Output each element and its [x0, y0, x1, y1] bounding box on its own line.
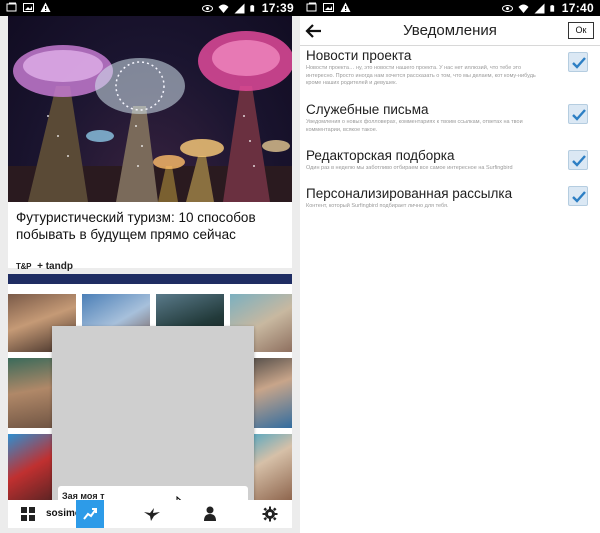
source-follow[interactable]: + tandp [37, 261, 73, 272]
setting-editors-pick[interactable]: Редакторская подборка Один раз в неделю … [306, 148, 594, 173]
signal-icon [234, 3, 245, 13]
wifi-icon [218, 4, 229, 13]
setting-description: Уведомления о новых фолловерах, коммента… [306, 119, 523, 133]
page-title: Уведомления [403, 22, 497, 39]
supertree-illustration [8, 31, 292, 202]
wifi-icon [518, 4, 529, 13]
gallery-icon [6, 2, 17, 12]
person-icon [204, 506, 216, 521]
setting-checkbox[interactable] [568, 150, 588, 170]
checkmark-icon [572, 109, 586, 121]
bottom-navigation: sosimc [8, 500, 292, 528]
setting-description: Один раз в неделю мы заботливо отбираем … [306, 165, 513, 171]
nav-discover[interactable] [138, 500, 166, 528]
signal-icon [534, 3, 545, 13]
setting-checkbox[interactable] [568, 104, 588, 124]
checkmark-icon [572, 191, 586, 203]
ok-button[interactable]: Ок [568, 22, 594, 39]
setting-description: Контент, который Surfingbird подбирает л… [306, 203, 449, 209]
status-time: 17:40 [561, 1, 594, 15]
grid-icon [21, 507, 35, 521]
article-card[interactable]: Футуристический туризм: 10 способов побы… [8, 16, 292, 272]
nav-profile[interactable] [196, 500, 224, 528]
battery-icon [550, 4, 554, 12]
status-time: 17:39 [261, 1, 294, 15]
status-bar: 17:39 [0, 0, 300, 16]
setting-service-emails[interactable]: Служебные письма Уведомления о новых фол… [306, 102, 594, 134]
article-source[interactable]: T&P + tandp [16, 261, 73, 272]
setting-title: Новости проекта [306, 48, 412, 63]
battery-icon [250, 4, 254, 12]
setting-checkbox[interactable] [568, 52, 588, 72]
setting-checkbox[interactable] [568, 186, 588, 206]
image-icon [323, 3, 334, 12]
status-bar: 17:40 [300, 0, 600, 16]
nav-settings[interactable] [256, 500, 284, 528]
setting-title: Редакторская подборка [306, 148, 455, 163]
warning-icon [340, 2, 351, 12]
left-screen: 17:39 Футуристический туризм: 10 способо… [0, 0, 300, 533]
comment-input[interactable]: Зая моя т [58, 486, 248, 500]
gallery-card[interactable]: Зая моя т [8, 274, 292, 500]
right-screen: 17:40 Уведомления Ок Новости проекта Нов… [300, 0, 600, 533]
comment-popup[interactable]: Зая моя т [52, 326, 254, 500]
eye-icon [201, 4, 213, 12]
trending-icon [83, 508, 97, 520]
eye-icon [501, 4, 513, 12]
image-icon [23, 3, 34, 12]
gallery-header-bar [8, 274, 292, 284]
gallery-icon [306, 2, 317, 12]
nav-feed[interactable] [14, 500, 42, 528]
warning-icon [40, 2, 51, 12]
gear-icon [262, 506, 278, 522]
app-bar: Уведомления Ок [300, 16, 600, 46]
setting-project-news[interactable]: Новости проекта Новости проекта… ну, это… [306, 48, 594, 88]
setting-personal-digest[interactable]: Персонализированная рассылка Контент, ко… [306, 186, 594, 211]
setting-title: Персонализированная рассылка [306, 186, 513, 201]
article-title[interactable]: Футуристический туризм: 10 способов побы… [16, 209, 284, 243]
setting-title: Служебные письма [306, 102, 429, 117]
checkmark-icon [572, 57, 586, 69]
setting-description: Новости проекта… ну, это новости нашего … [306, 65, 536, 86]
checkmark-icon [572, 155, 586, 167]
nav-trending[interactable] [76, 500, 104, 528]
article-image[interactable] [8, 16, 292, 202]
source-logo: T&P [16, 262, 32, 271]
bird-icon [144, 508, 160, 521]
